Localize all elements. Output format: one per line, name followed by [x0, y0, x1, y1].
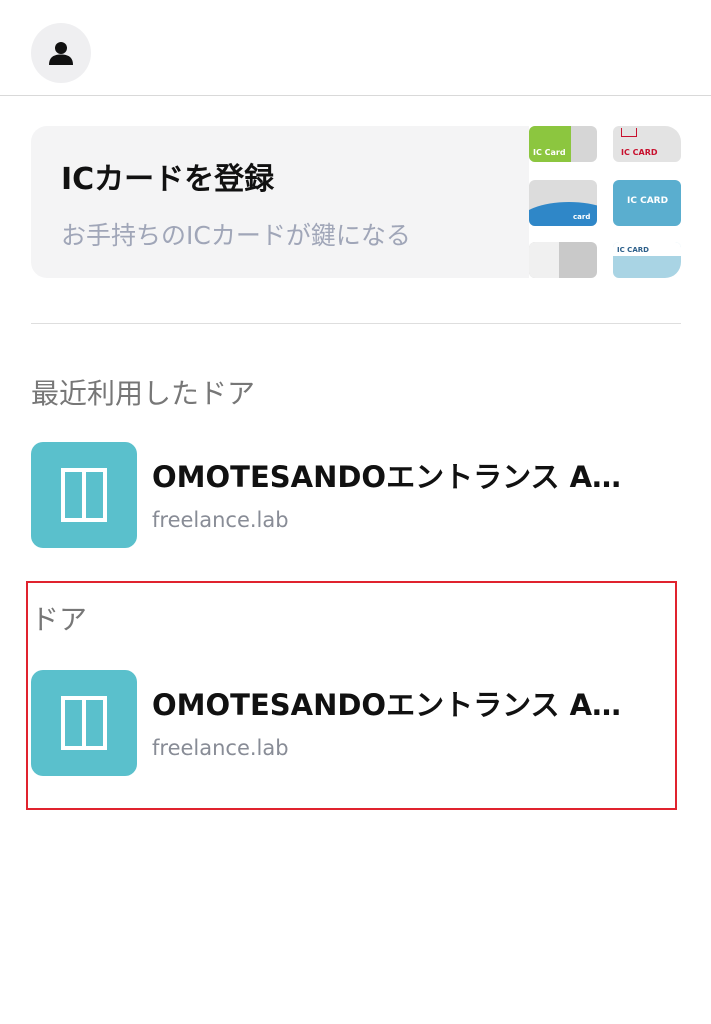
card-label: IC Card	[533, 148, 566, 157]
card-label: IC CARD	[621, 148, 658, 157]
door-organization: freelance.lab	[152, 508, 289, 532]
ic-cards-illustration: IC Card IC CARD card IC CARD IC CARD	[529, 126, 681, 278]
card-label: IC CARD	[617, 246, 649, 254]
ic-banner-subtitle: お手持ちのICカードが鍵になる	[61, 221, 411, 250]
ic-card-image: IC CARD	[613, 126, 681, 162]
header-divider	[0, 95, 711, 96]
door-list-item[interactable]: OMOTESANDOエントランス A… freelance.lab	[31, 442, 681, 550]
ic-card-image: IC CARD	[613, 180, 681, 226]
recent-doors-heading: 最近利用したドア	[31, 377, 256, 410]
card-label: card	[573, 213, 591, 221]
ic-card-register-banner[interactable]: ICカードを登録 お手持ちのICカードが鍵になる IC Card IC CARD…	[31, 126, 681, 278]
highlight-box	[26, 581, 677, 810]
person-icon	[49, 42, 73, 65]
door-name: OMOTESANDOエントランス A…	[152, 460, 622, 494]
ic-card-image	[529, 242, 597, 278]
ic-banner-title: ICカードを登録	[61, 162, 275, 197]
ic-card-image: IC Card	[529, 126, 597, 162]
ic-card-image: card	[529, 180, 597, 226]
card-label: IC CARD	[627, 196, 669, 206]
header	[0, 0, 711, 96]
section-divider	[31, 323, 681, 324]
door-icon	[31, 442, 137, 548]
account-button[interactable]	[31, 23, 91, 83]
ic-card-image: IC CARD	[613, 242, 681, 278]
